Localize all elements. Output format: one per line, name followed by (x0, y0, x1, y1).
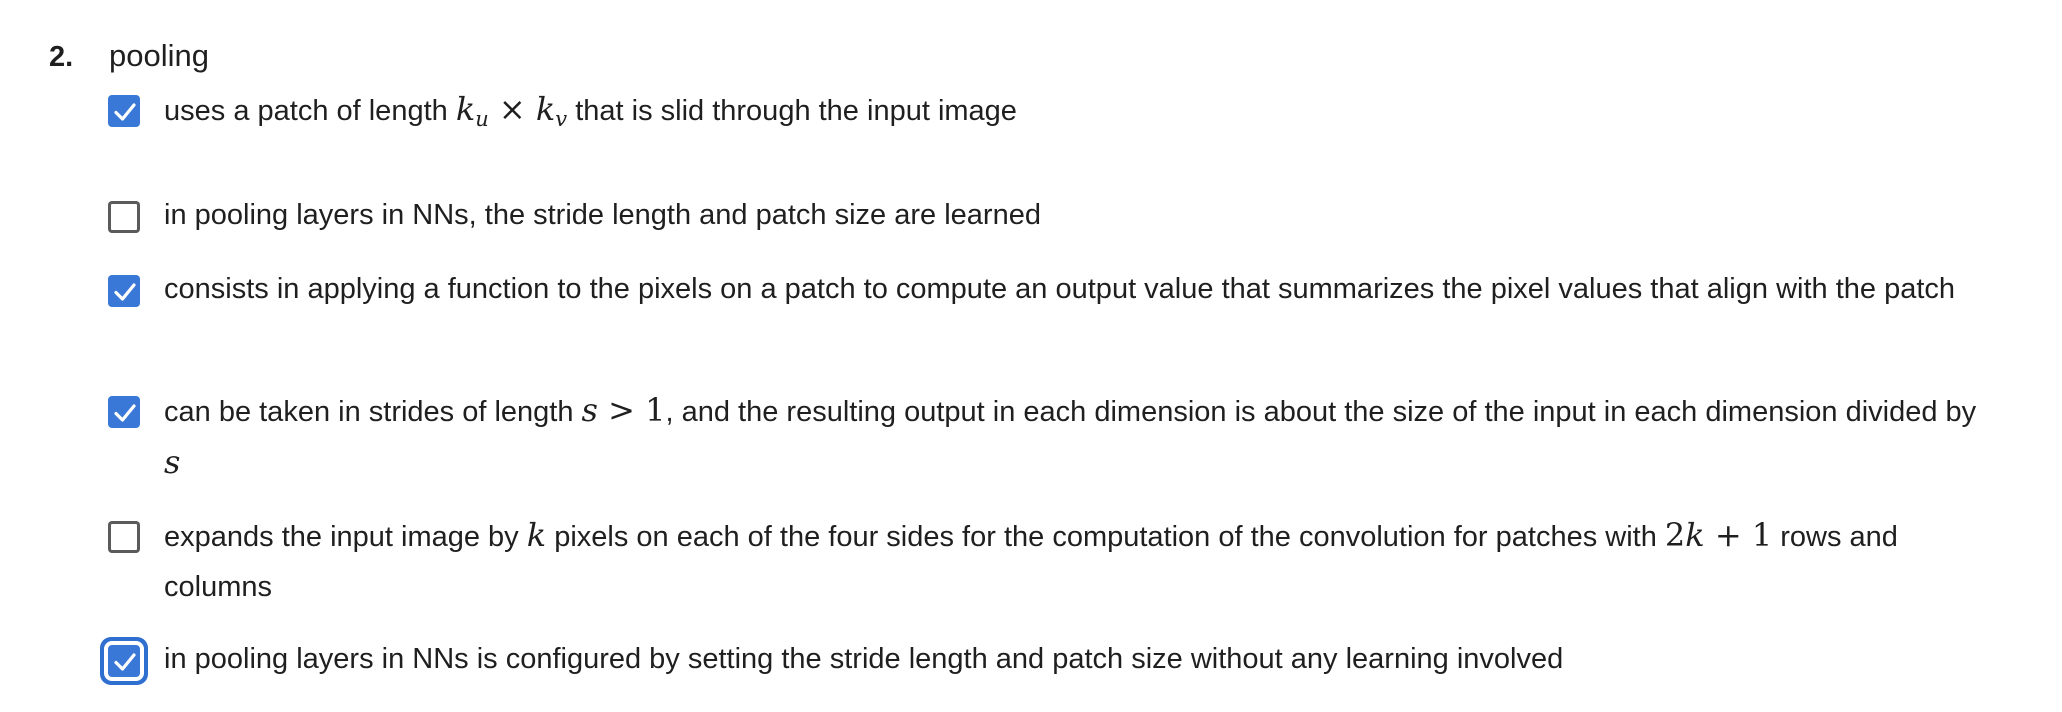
option-3-text: consists in applying a function to the p… (164, 273, 1956, 305)
option-4-text-mid: , and the resulting output in each dimen… (665, 396, 1977, 428)
option-5-text-pre: expands the input image by (164, 521, 527, 553)
math-two: 2 (1664, 516, 1686, 554)
option-1-text-pre: uses a patch of length (164, 95, 456, 127)
option-6-checkbox[interactable] (108, 645, 140, 677)
question-header: 2. pooling (49, 38, 2022, 90)
option-5-text: expands the input image by k pixels on e… (164, 510, 1994, 612)
option-4[interactable]: can be taken in strides of length s > 1,… (108, 391, 2018, 489)
math-sub-u: u (475, 107, 489, 131)
option-3[interactable]: consists in applying a function to the p… (108, 272, 2018, 314)
math-sub-v: v (555, 107, 568, 131)
option-1-checkbox[interactable] (108, 95, 140, 127)
math-plus-one: + 1 (1704, 516, 1773, 554)
option-2-checkbox[interactable] (108, 201, 140, 233)
math-k: k (535, 90, 556, 128)
option-1[interactable]: uses a patch of length ku × kv that is s… (108, 90, 2018, 144)
option-5-text-mid: pixels on each of the four sides for the… (546, 521, 1665, 553)
option-6[interactable]: in pooling layers in NNs is configured b… (108, 642, 2018, 684)
math-ku: ku (455, 90, 489, 131)
option-3-checkbox[interactable] (108, 275, 140, 307)
option-4-text: can be taken in strides of length s > 1,… (164, 385, 1994, 489)
math-s: s (581, 391, 598, 429)
option-5-checkbox[interactable] (108, 521, 140, 553)
question-block: 2. pooling (49, 38, 2022, 90)
question-number: 2. (49, 41, 74, 73)
option-1-text: uses a patch of length ku × kv that is s… (164, 84, 1994, 144)
checkmark-icon (114, 103, 136, 121)
math-gt-one: > 1 (597, 391, 666, 429)
option-4-checkbox[interactable] (108, 396, 140, 428)
option-2[interactable]: in pooling layers in NNs, the stride len… (108, 198, 2018, 240)
question-title: pooling (109, 38, 209, 73)
math-k: k (455, 90, 476, 128)
checkmark-icon (114, 283, 136, 301)
option-4-text-pre: can be taken in strides of length (164, 396, 582, 428)
option-1-text-post: that is slid through the input image (567, 95, 1017, 127)
checkmark-icon (114, 404, 136, 422)
math-k: k (526, 516, 547, 554)
option-2-text: in pooling layers in NNs, the stride len… (164, 199, 1041, 231)
option-6-text: in pooling layers in NNs is configured b… (164, 643, 1564, 675)
math-kv: kv (535, 90, 568, 131)
math-s: s (164, 443, 181, 481)
option-5[interactable]: expands the input image by k pixels on e… (108, 516, 2018, 612)
math-k: k (1685, 516, 1705, 554)
checkmark-icon (114, 653, 136, 671)
math-times: × (488, 90, 536, 128)
